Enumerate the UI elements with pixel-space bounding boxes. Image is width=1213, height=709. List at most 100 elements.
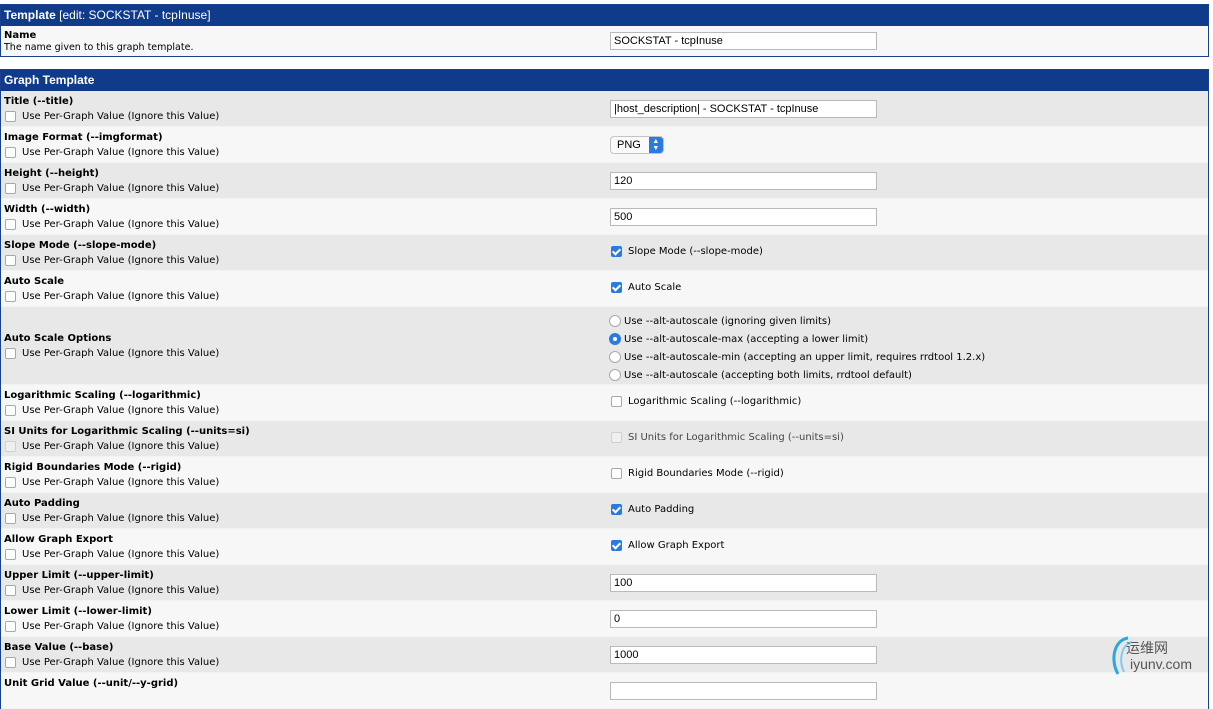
base-row: Base Value (--base) Use Per-Graph Value … <box>1 637 1208 673</box>
upper-label: Upper Limit (--upper-limit) <box>4 570 154 581</box>
per-graph-label: Use Per-Graph Value (Ignore this Value) <box>22 147 220 158</box>
per-graph-label: Use Per-Graph Value (Ignore this Value) <box>22 348 220 359</box>
unit-grid-input[interactable] <box>610 682 877 700</box>
upper-input[interactable]: 100 <box>610 574 877 592</box>
padding-checkbox[interactable] <box>611 504 622 515</box>
per-graph-label: Use Per-Graph Value (Ignore this Value) <box>22 549 220 560</box>
padding-label: Auto Padding <box>4 498 80 509</box>
autoscale-option-label: Use --alt-autoscale (ignoring given limi… <box>624 315 832 327</box>
imgformat-row: Image Format (--imgformat) Use Per-Graph… <box>1 127 1208 163</box>
autoscale-option-label: Use --alt-autoscale-max (accepting a low… <box>624 333 869 345</box>
autoscale-check-label: Auto Scale <box>628 282 682 293</box>
autoscale-options-group: Use --alt-autoscale (ignoring given limi… <box>609 312 985 384</box>
per-graph-label: Use Per-Graph Value (Ignore this Value) <box>22 477 220 488</box>
watermark-cn: 运维网 <box>1126 641 1168 657</box>
width-input[interactable]: 500 <box>610 208 877 226</box>
autoscale-label: Auto Scale <box>4 276 65 287</box>
name-input[interactable]: SOCKSTAT - tcpInuse <box>610 32 877 50</box>
per-graph-label: Use Per-Graph Value (Ignore this Value) <box>22 111 220 122</box>
lower-row: Lower Limit (--lower-limit) Use Per-Grap… <box>1 601 1208 637</box>
padding-per-graph-checkbox[interactable] <box>5 513 16 524</box>
log-check-label: Logarithmic Scaling (--logarithmic) <box>628 396 802 407</box>
autoscale-checkbox[interactable] <box>611 282 622 293</box>
unit-grid-row: Unit Grid Value (--unit/--y-grid) <box>1 673 1208 709</box>
height-per-graph-checkbox[interactable] <box>5 183 16 194</box>
template-panel: Template [edit: SOCKSTAT - tcpInuse] Nam… <box>0 4 1209 57</box>
height-input[interactable]: 120 <box>610 172 877 190</box>
rigid-checkbox[interactable] <box>611 468 622 479</box>
name-row: Name The name given to this graph templa… <box>1 26 1208 56</box>
slope-row: Slope Mode (--slope-mode) Use Per-Graph … <box>1 235 1208 271</box>
slope-per-graph-checkbox[interactable] <box>5 255 16 266</box>
title-row: Title (--title) Use Per-Graph Value (Ign… <box>1 91 1208 127</box>
title-per-graph-checkbox[interactable] <box>5 111 16 122</box>
autoscale-option-radio[interactable] <box>609 315 621 327</box>
autoscale-option-radio[interactable] <box>609 351 621 363</box>
autoscale-option-radio[interactable] <box>609 333 621 345</box>
per-graph-label: Use Per-Graph Value (Ignore this Value) <box>22 441 220 452</box>
imgformat-label: Image Format (--imgformat) <box>4 132 163 143</box>
slope-label: Slope Mode (--slope-mode) <box>4 240 157 251</box>
width-row: Width (--width) Use Per-Graph Value (Ign… <box>1 199 1208 235</box>
padding-check-label: Auto Padding <box>628 504 695 515</box>
rigid-row: Rigid Boundaries Mode (--rigid) Use Per-… <box>1 457 1208 493</box>
graph-template-header: Graph Template <box>1 69 1208 91</box>
per-graph-label: Use Per-Graph Value (Ignore this Value) <box>22 219 220 230</box>
width-per-graph-checkbox[interactable] <box>5 219 16 230</box>
si-check-label: SI Units for Logarithmic Scaling (--unit… <box>628 432 844 443</box>
log-row: Logarithmic Scaling (--logarithmic) Use … <box>1 385 1208 421</box>
slope-mode-checkbox[interactable] <box>611 246 622 257</box>
upper-per-graph-checkbox[interactable] <box>5 585 16 596</box>
rigid-label: Rigid Boundaries Mode (--rigid) <box>4 462 182 473</box>
export-label: Allow Graph Export <box>4 534 113 545</box>
template-header: Template [edit: SOCKSTAT - tcpInuse] <box>1 4 1208 26</box>
lower-per-graph-checkbox[interactable] <box>5 621 16 632</box>
per-graph-label: Use Per-Graph Value (Ignore this Value) <box>22 513 220 524</box>
per-graph-label: Use Per-Graph Value (Ignore this Value) <box>22 405 220 416</box>
export-per-graph-checkbox[interactable] <box>5 549 16 560</box>
rigid-per-graph-checkbox[interactable] <box>5 477 16 488</box>
upper-row: Upper Limit (--upper-limit) Use Per-Grap… <box>1 565 1208 601</box>
title-input[interactable]: |host_description| - SOCKSTAT - tcpInuse <box>610 100 877 118</box>
template-edit-subtitle: [edit: SOCKSTAT - tcpInuse] <box>59 8 211 22</box>
watermark-en: iyunv.com <box>1130 656 1192 672</box>
imgformat-select[interactable]: PNG ▲ ▼ <box>610 136 664 154</box>
per-graph-label: Use Per-Graph Value (Ignore this Value) <box>22 255 220 266</box>
per-graph-label: Use Per-Graph Value (Ignore this Value) <box>22 183 220 194</box>
lower-label: Lower Limit (--lower-limit) <box>4 606 152 617</box>
slope-mode-check-label: Slope Mode (--slope-mode) <box>628 246 763 257</box>
per-graph-label: Use Per-Graph Value (Ignore this Value) <box>22 621 220 632</box>
imgformat-selected-value: PNG <box>617 139 641 151</box>
export-checkbox[interactable] <box>611 540 622 551</box>
autoscale-per-graph-checkbox[interactable] <box>5 291 16 302</box>
si-row: SI Units for Logarithmic Scaling (--unit… <box>1 421 1208 457</box>
export-check-label: Allow Graph Export <box>628 540 725 551</box>
select-arrows-icon: ▲ ▼ <box>648 137 663 153</box>
per-graph-label: Use Per-Graph Value (Ignore this Value) <box>22 657 220 668</box>
autoscale-options-per-graph-checkbox[interactable] <box>5 348 16 359</box>
base-per-graph-checkbox[interactable] <box>5 657 16 668</box>
name-description: The name given to this graph template. <box>4 42 194 53</box>
log-checkbox[interactable] <box>611 396 622 407</box>
height-label: Height (--height) <box>4 168 99 179</box>
unit-grid-label: Unit Grid Value (--unit/--y-grid) <box>4 678 179 689</box>
base-input[interactable]: 1000 <box>610 646 877 664</box>
export-row: Allow Graph Export Use Per-Graph Value (… <box>1 529 1208 565</box>
base-label: Base Value (--base) <box>4 642 114 653</box>
imgformat-per-graph-checkbox[interactable] <box>5 147 16 158</box>
autoscale-options-label: Auto Scale Options <box>4 333 112 344</box>
autoscale-option-radio[interactable] <box>609 369 621 381</box>
si-checkbox[interactable] <box>611 432 622 443</box>
graph-template-panel: Graph Template Title (--title) Use Per-G… <box>0 69 1209 709</box>
lower-input[interactable]: 0 <box>610 610 877 628</box>
autoscale-option-label: Use --alt-autoscale-min (accepting an up… <box>624 351 986 363</box>
per-graph-label: Use Per-Graph Value (Ignore this Value) <box>22 291 220 302</box>
autoscale-option-label: Use --alt-autoscale (accepting both limi… <box>624 369 912 381</box>
autoscale-row: Auto Scale Use Per-Graph Value (Ignore t… <box>1 271 1208 307</box>
autoscale-options-row: Auto Scale Options Use Per-Graph Value (… <box>1 307 1208 385</box>
per-graph-label: Use Per-Graph Value (Ignore this Value) <box>22 585 220 596</box>
si-per-graph-checkbox[interactable] <box>5 441 16 452</box>
watermark-logo: 运维网 iyunv.com <box>1108 634 1208 680</box>
title-label: Title (--title) <box>4 96 74 107</box>
log-per-graph-checkbox[interactable] <box>5 405 16 416</box>
